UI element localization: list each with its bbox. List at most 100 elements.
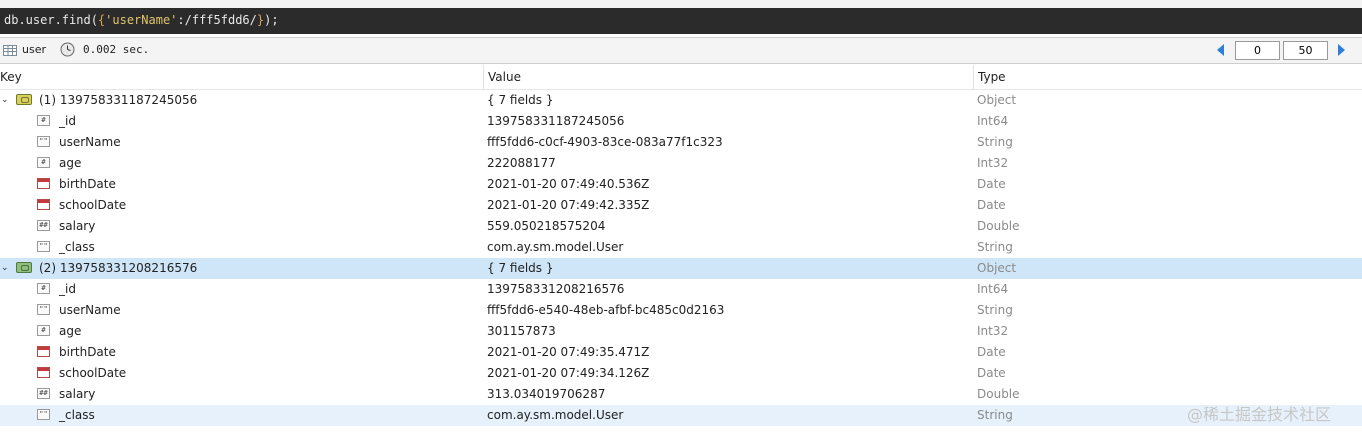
expand-chevron-icon[interactable]: ⌄ [1,263,9,273]
field-key: salary [59,387,96,401]
field-row[interactable]: # age 222088177 Int32 [0,153,1362,174]
field-key: userName [59,135,121,149]
field-value: 313.034019706287 [487,387,606,401]
string-type-icon: "" [37,409,50,420]
field-type: Double [977,219,1020,233]
field-type: String [977,240,1013,254]
string-type-icon: "" [37,136,50,147]
field-row[interactable]: schoolDate 2021-01-20 07:49:34.126Z Date [0,363,1362,384]
field-row[interactable]: "" _class com.ay.sm.model.User String [0,405,1362,426]
column-header-type[interactable]: Type [978,70,1006,84]
document-value: { 7 fields } [487,93,554,107]
column-header-key[interactable]: Key [0,70,22,84]
expand-chevron-icon[interactable]: ⌄ [1,95,9,105]
field-row[interactable]: # _id 139758331208216576 Int64 [0,279,1362,300]
watermark: @稀土掘金技术社区 [1187,405,1332,424]
field-key: _id [59,114,76,128]
collection-name: user [22,43,46,56]
field-key: schoolDate [59,366,127,380]
double-type-icon: ## [37,388,50,399]
query-suffix: ); [264,13,279,27]
field-key: _id [59,282,76,296]
field-type: Int64 [977,114,1009,128]
field-type: Date [977,345,1006,359]
date-type-icon [37,346,50,357]
collection-grid-icon [3,45,17,56]
query-regex: :/fff5fdd6/ [177,13,257,27]
clock-icon [60,42,75,57]
field-key: birthDate [59,345,116,359]
query-editor[interactable]: db.user.find({'userName':/fff5fdd6/}); [0,8,1362,34]
field-value: fff5fdd6-e540-48eb-afbf-bc485c0d2163 [487,303,725,317]
field-value: 301157873 [487,324,556,338]
field-type: String [977,303,1013,317]
field-value: 2021-01-20 07:49:35.471Z [487,345,650,359]
field-value: 2021-01-20 07:49:42.335Z [487,198,650,212]
number-type-icon: # [37,115,50,126]
field-row[interactable]: # _id 139758331187245056 Int64 [0,111,1362,132]
field-key: _class [59,408,95,422]
field-row[interactable]: "" userName fff5fdd6-e540-48eb-afbf-bc485c… [0,300,1362,321]
number-type-icon: # [37,157,50,168]
field-value: 139758331187245056 [487,114,625,128]
field-value: com.ay.sm.model.User [487,408,624,422]
string-type-icon: "" [37,241,50,252]
object-icon [16,94,32,105]
page-start-input[interactable] [1235,41,1280,60]
field-value: fff5fdd6-c0cf-4903-83ce-083a77f1c323 [487,135,723,149]
results-header: Key Value Type [0,65,1362,90]
number-type-icon: # [37,283,50,294]
field-key: age [59,156,82,170]
field-key: age [59,324,82,338]
field-type: Int32 [977,324,1009,338]
field-type: Double [977,387,1020,401]
field-key: salary [59,219,96,233]
field-type: Date [977,177,1006,191]
document-value: { 7 fields } [487,261,554,275]
date-type-icon [37,199,50,210]
document-row[interactable]: ⌄ (1) 139758331187245056 { 7 fields } Objec… [0,90,1362,111]
field-key: birthDate [59,177,116,191]
field-row[interactable]: birthDate 2021-01-20 07:49:40.536Z Date [0,174,1362,195]
field-row[interactable]: schoolDate 2021-01-20 07:49:42.335Z Date [0,195,1362,216]
field-row[interactable]: ## salary 559.050218575204 Double [0,216,1362,237]
date-type-icon [37,367,50,378]
document-type: Object [977,93,1017,107]
results-toolbar: user 0.002 sec. [0,37,1362,64]
document-row[interactable]: ⌄ (2) 139758331208216576 { 7 fields } Objec… [0,258,1362,279]
date-type-icon [37,178,50,189]
query-prefix: db.user.find( [4,13,98,27]
page-size-input[interactable] [1283,41,1328,60]
document-key: (2) 139758331208216576 [39,261,198,275]
query-time: 0.002 sec. [83,43,150,56]
field-value: 559.050218575204 [487,219,606,233]
field-row[interactable]: "" _class com.ay.sm.model.User String [0,237,1362,258]
double-type-icon: ## [37,220,50,231]
document-key: (1) 139758331187245056 [39,93,198,107]
previous-page-icon[interactable] [1217,44,1224,56]
field-value: 139758331208216576 [487,282,625,296]
field-row[interactable]: birthDate 2021-01-20 07:49:35.471Z Date [0,342,1362,363]
field-type: String [977,135,1013,149]
field-row[interactable]: "" userName fff5fdd6-c0cf-4903-83ce-083a77… [0,132,1362,153]
number-type-icon: # [37,325,50,336]
field-type: Int32 [977,156,1009,170]
field-value: 2021-01-20 07:49:34.126Z [487,366,650,380]
column-header-value[interactable]: Value [488,70,521,84]
field-key: _class [59,240,95,254]
field-value: 222088177 [487,156,556,170]
string-type-icon: "" [37,304,50,315]
field-type: Date [977,366,1006,380]
column-divider[interactable] [973,65,974,89]
field-row[interactable]: ## salary 313.034019706287 Double [0,384,1362,405]
field-type: Int64 [977,282,1009,296]
column-divider[interactable] [483,65,484,89]
field-row[interactable]: # age 301157873 Int32 [0,321,1362,342]
field-key: userName [59,303,121,317]
field-value: 2021-01-20 07:49:40.536Z [487,177,650,191]
field-type: Date [977,198,1006,212]
next-page-icon[interactable] [1338,44,1345,56]
field-value: com.ay.sm.model.User [487,240,624,254]
query-key: 'userName' [105,13,178,27]
field-key: schoolDate [59,198,127,212]
